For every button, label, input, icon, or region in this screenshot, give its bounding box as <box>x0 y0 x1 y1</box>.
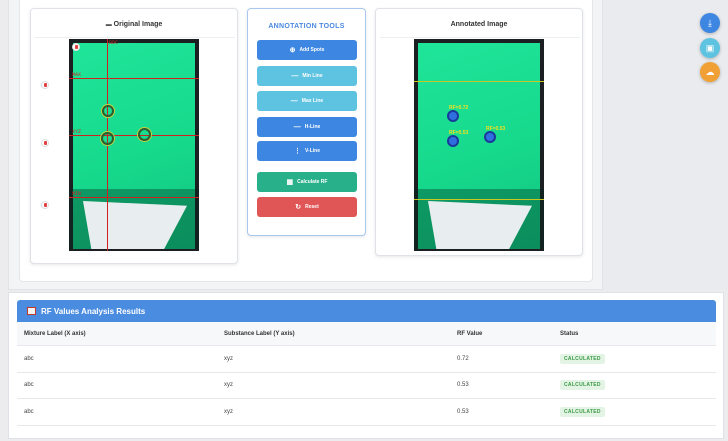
original-image-card: ▬ Original Image BDC MAX XYZ MIN <box>30 8 238 264</box>
min-line-button[interactable]: — Min Line <box>257 66 357 86</box>
col-header-substance: Substance Label (Y axis) <box>224 330 295 337</box>
line-label-min: MIN <box>72 191 82 197</box>
cell-rf: 0.53 <box>457 382 469 389</box>
bar-chart-icon <box>27 307 36 315</box>
divider <box>380 37 580 38</box>
col-header-mixture: Mixture Label (X axis) <box>24 330 86 337</box>
annotated-spot-label: RF=0.72 <box>449 105 469 111</box>
status-badge: CALCULATED <box>560 353 605 364</box>
reset-icon: ↻ <box>295 203 302 211</box>
cell-rf: 0.53 <box>457 408 469 415</box>
original-image-title-text: Original Image <box>113 21 163 28</box>
annotated-image-canvas: RF=0.72 RF=0.53 RF=0.53 <box>414 39 544 251</box>
v-line-label: V-Line <box>304 148 320 154</box>
spot-marker[interactable] <box>102 105 114 117</box>
image-button[interactable]: ▣ <box>700 38 720 58</box>
cell-mixture: abc <box>24 355 34 362</box>
calculator-icon: ▦ <box>286 178 294 186</box>
cell-rf: 0.72 <box>457 355 469 362</box>
col-header-rf: RF Value <box>457 330 483 337</box>
image-icon: ▣ <box>705 42 715 53</box>
line-delete-pin[interactable] <box>41 201 49 209</box>
reset-button[interactable]: ↻ Reset <box>257 197 357 217</box>
h-line-label: H-Line <box>304 124 321 130</box>
annotated-spot <box>484 131 496 143</box>
results-title: RF Values Analysis Results <box>41 306 146 316</box>
v-line[interactable] <box>107 39 108 251</box>
download-button[interactable]: ⤓ <box>700 13 720 33</box>
minus-line-icon: — <box>291 72 299 80</box>
spot-marker[interactable] <box>138 128 151 141</box>
app-stage: ▬ Original Image BDC MAX XYZ MIN ANNOTAT… <box>0 0 728 441</box>
original-image-canvas[interactable]: BDC MAX XYZ MIN <box>69 39 199 251</box>
status-badge: CALCULATED <box>560 380 605 391</box>
max-line-label: Max Line <box>301 98 324 104</box>
h-line-button[interactable]: — H-Line <box>257 117 357 137</box>
reset-label: Reset <box>305 204 319 210</box>
annotated-spot-label: RF=0.53 <box>486 126 506 132</box>
original-image-title: ▬ Original Image <box>31 21 237 28</box>
rf-results-panel: RF Values Analysis Results Mixture Label… <box>8 292 724 439</box>
results-table: Mixture Label (X axis) Substance Label (… <box>17 322 716 426</box>
h-line-icon: — <box>293 123 301 131</box>
v-line-button[interactable]: ⋮ V-Line <box>257 141 357 161</box>
cell-substance: xyz <box>224 408 233 415</box>
annotated-max-line <box>414 81 544 82</box>
min-line-label: Min Line <box>302 73 323 79</box>
min-line[interactable] <box>69 197 199 198</box>
annotated-min-line <box>414 199 544 200</box>
image-icon: ▬ <box>105 22 112 28</box>
spot-marker[interactable] <box>101 132 114 145</box>
cell-mixture: abc <box>24 408 34 415</box>
status-badge: CALCULATED <box>560 406 605 417</box>
add-spots-button[interactable]: ⊕ Add Spots <box>257 40 357 60</box>
cloud-upload-button[interactable]: ☁ <box>700 62 720 82</box>
cell-substance: xyz <box>224 355 233 362</box>
line-delete-pin[interactable] <box>41 81 49 89</box>
add-spots-label: Add Spots <box>299 47 325 53</box>
table-row: abc xyz 0.72 CALCULATED <box>17 346 716 373</box>
max-line-icon: — <box>290 97 298 105</box>
annotated-image-title: Annotated Image <box>450 21 508 28</box>
max-line-button[interactable]: — Max Line <box>257 91 357 111</box>
line-label-max: MAX <box>72 72 82 78</box>
v-line-icon: ⋮ <box>293 147 301 155</box>
cloud-upload-icon: ☁ <box>705 66 715 77</box>
calculate-rf-button[interactable]: ▦ Calculate RF <box>257 172 357 192</box>
cell-status: CALCULATED <box>560 380 716 391</box>
results-header: RF Values Analysis Results <box>17 300 716 322</box>
cell-status: CALCULATED <box>560 353 716 364</box>
divider <box>35 37 235 38</box>
line-label-top: BDC <box>109 40 119 46</box>
calculate-rf-label: Calculate RF <box>297 179 328 185</box>
download-icon: ⤓ <box>708 17 712 28</box>
cell-status: CALCULATED <box>560 406 716 417</box>
annotated-spot-label: RF=0.53 <box>449 130 469 136</box>
table-header-row: Mixture Label (X axis) Substance Label (… <box>17 322 716 346</box>
table-row: abc xyz 0.53 CALCULATED <box>17 399 716 426</box>
col-header-status: Status <box>560 330 579 337</box>
line-delete-pin[interactable] <box>41 139 49 147</box>
annotation-tools-title: ANNOTATION TOOLS <box>268 23 345 30</box>
max-line[interactable] <box>69 78 199 79</box>
annotated-spot <box>447 110 459 122</box>
cell-mixture: abc <box>24 382 34 389</box>
annotated-spot <box>447 135 459 147</box>
workspace-container: ▬ Original Image BDC MAX XYZ MIN ANNOTAT… <box>8 0 603 290</box>
h-line[interactable] <box>69 135 199 136</box>
line-label-mid: XYZ <box>72 129 82 135</box>
workspace-panel: ▬ Original Image BDC MAX XYZ MIN ANNOTAT… <box>19 0 593 282</box>
cell-substance: xyz <box>224 382 233 389</box>
plus-icon: ⊕ <box>289 46 296 54</box>
annotated-image-card: Annotated Image RF=0.72 RF=0.53 RF=0.53 <box>375 8 583 256</box>
annotation-tools-card: ANNOTATION TOOLS ⊕ Add Spots — Min Line … <box>247 8 366 236</box>
table-row: abc xyz 0.53 CALCULATED <box>17 373 716 399</box>
line-delete-pin[interactable] <box>72 43 80 51</box>
